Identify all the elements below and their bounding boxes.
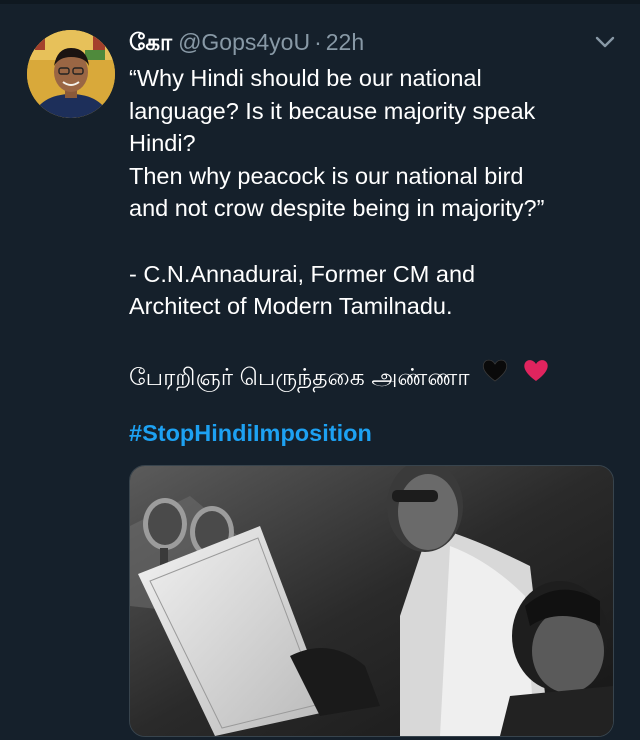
tweet-text-line: language? Is it because majority speak bbox=[129, 97, 536, 124]
quote-attribution-line: Architect of Modern Tamilnadu. bbox=[129, 293, 453, 320]
display-name[interactable]: கோ bbox=[129, 29, 172, 59]
tamil-line: பேரறிஞர் பெருந்தகை அண்ணா bbox=[129, 355, 609, 394]
tweet-text-line: “Why Hindi should be our national bbox=[129, 65, 482, 91]
chevron-down-icon[interactable] bbox=[592, 32, 618, 52]
tamil-text: பேரறிஞர் பெருந்தகை அண்ணா bbox=[129, 364, 470, 391]
black-heart-icon bbox=[480, 355, 510, 385]
tweet-text-line: and not crow despite being in majority?” bbox=[129, 195, 545, 222]
separator-dot: · bbox=[314, 29, 322, 55]
tweet[interactable]: கோ @Gops4yoU · 22h “Why Hindi should be … bbox=[0, 4, 640, 740]
red-heart-icon bbox=[521, 355, 551, 385]
tweet-photo[interactable] bbox=[129, 465, 614, 737]
tweet-header: கோ @Gops4yoU · 22h bbox=[129, 29, 364, 59]
tweet-text: “Why Hindi should be our national langua… bbox=[129, 62, 609, 394]
timestamp[interactable]: 22h bbox=[326, 29, 364, 56]
user-handle[interactable]: @Gops4yoU bbox=[178, 29, 310, 56]
tweet-text-line: Then why peacock is our national bird bbox=[129, 162, 524, 189]
tweet-text-line: Hindi? bbox=[129, 130, 196, 157]
quote-attribution-line: - C.N.Annadurai, Former CM and bbox=[129, 260, 476, 287]
avatar[interactable] bbox=[27, 30, 115, 118]
hashtag-link[interactable]: #StopHindiImposition bbox=[129, 420, 372, 447]
